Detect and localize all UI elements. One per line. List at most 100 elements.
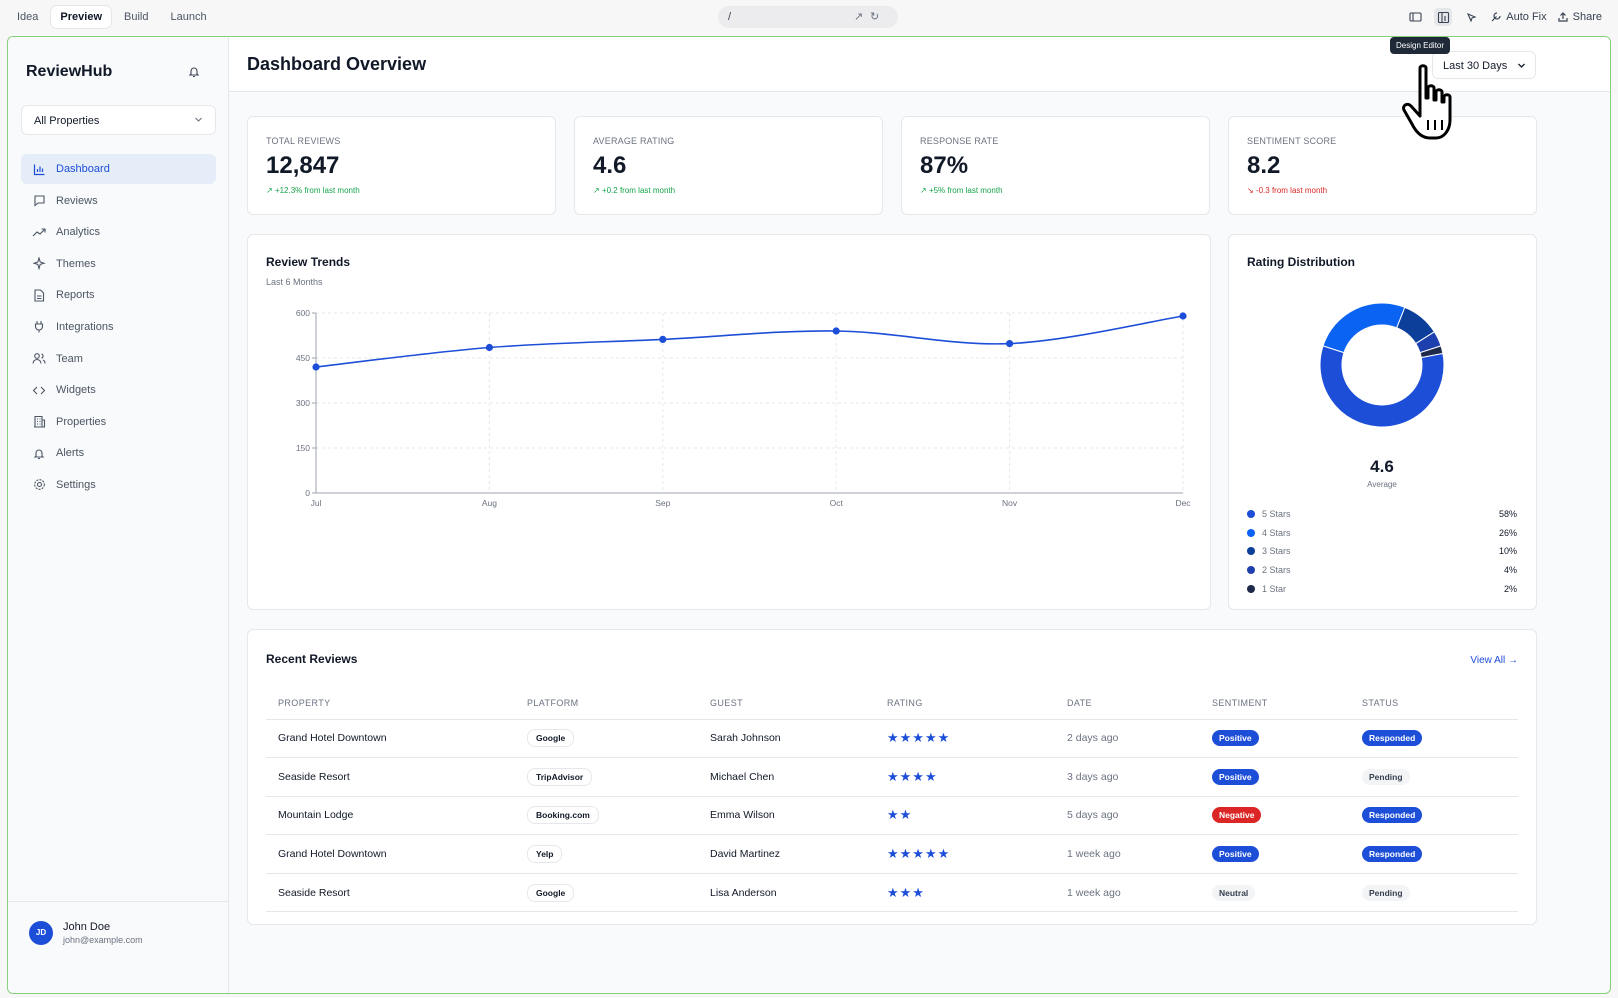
legend-label: 3 Stars <box>1262 546 1291 557</box>
sidebar-item-analytics[interactable]: Analytics <box>21 217 216 247</box>
legend-value: 4% <box>1503 565 1517 576</box>
file-text-icon <box>31 287 47 303</box>
view-all-link[interactable]: View All → <box>1470 655 1518 666</box>
table-row[interactable]: Seaside Resort TripAdvisor Michael Chen ★★★… <box>266 757 1518 797</box>
url-path: / <box>728 11 732 23</box>
property-cell: Seaside Resort <box>266 873 515 913</box>
legend-swatch <box>1247 528 1255 537</box>
data-point[interactable] <box>1006 340 1014 348</box>
status-cell: Pending <box>1350 873 1518 913</box>
rating-distribution-card: Rating Distribution 4.6 Average 5 Stars 5… <box>1228 234 1537 610</box>
x-tick-label: Dec <box>1175 498 1191 508</box>
tab-build[interactable]: Build <box>115 6 157 28</box>
status-cell: Responded <box>1350 834 1518 874</box>
sidebar-item-dashboard[interactable]: Dashboard <box>21 154 216 184</box>
app-toolbar: Idea Preview Build Launch / ↗ ↻ Auto Fix… <box>0 0 1618 34</box>
donut-slice[interactable] <box>1322 302 1406 354</box>
sidebar-item-properties[interactable]: Properties <box>21 407 216 437</box>
data-point[interactable] <box>659 335 667 343</box>
tab-launch[interactable]: Launch <box>161 6 215 28</box>
date-cell: 5 days ago <box>1055 796 1200 836</box>
avatar: JD <box>29 921 53 945</box>
sidebar-item-settings[interactable]: Settings <box>21 470 216 500</box>
tab-preview[interactable]: Preview <box>51 6 112 28</box>
column-header-sentiment[interactable]: SENTIMENT <box>1200 688 1350 720</box>
column-header-rating[interactable]: RATING <box>875 688 1055 720</box>
bell-icon <box>31 445 47 461</box>
review-trends-title: Review Trends <box>266 255 351 269</box>
stat-label: SENTIMENT SCORE <box>1247 136 1337 146</box>
data-point[interactable] <box>832 327 840 335</box>
donut-slice[interactable] <box>1319 345 1445 428</box>
toolbar-actions: Auto Fix Share <box>1406 8 1602 26</box>
table-row[interactable]: Mountain Lodge Booking.com Emma Wilson ★★ 5 … <box>266 796 1518 836</box>
data-point[interactable] <box>312 363 320 371</box>
legend-value: 10% <box>1498 546 1517 557</box>
refresh-icon[interactable]: ↻ <box>870 10 879 23</box>
column-header-status[interactable]: STATUS <box>1350 688 1518 720</box>
column-header-guest[interactable]: GUEST <box>698 688 875 720</box>
rating-cell: ★★★★★ <box>875 834 1055 874</box>
stat-value: 87% <box>920 152 969 179</box>
share-button[interactable]: Share <box>1557 11 1602 23</box>
user-name: John Doe <box>63 921 111 933</box>
auto-fix-button[interactable]: Auto Fix <box>1490 11 1547 23</box>
auto-fix-label: Auto Fix <box>1506 11 1547 23</box>
user-profile[interactable]: JD John Doe john@example.com <box>8 901 228 993</box>
data-point[interactable] <box>485 343 493 352</box>
device-preview-icon[interactable] <box>1406 8 1424 26</box>
sidebar-item-widgets[interactable]: Widgets <box>21 375 216 405</box>
notifications-bell-icon[interactable] <box>188 65 200 83</box>
trend-up-icon: ↗ <box>266 186 275 195</box>
sentiment-cell: Positive <box>1200 719 1350 759</box>
sidebar-item-label: Reports <box>56 289 95 302</box>
x-tick-label: Jul <box>311 498 322 508</box>
open-external-icon[interactable]: ↗ <box>854 10 863 23</box>
mode-tabs: Idea Preview Build Launch <box>8 6 216 28</box>
date-cell: 2 days ago <box>1055 719 1200 759</box>
rating-cell: ★★★★★ <box>875 719 1055 759</box>
sidebar-item-label: Widgets <box>56 384 96 397</box>
sidebar-item-alerts[interactable]: Alerts <box>21 438 216 468</box>
property-select[interactable]: All Properties <box>21 105 216 135</box>
legend-value: 58% <box>1498 509 1517 520</box>
legend-item: 4 Stars 26% <box>1247 524 1517 543</box>
platform-cell: Booking.com <box>515 796 698 836</box>
sidebar-item-team[interactable]: Team <box>21 344 216 374</box>
legend-label: 2 Stars <box>1262 565 1291 576</box>
property-select-value: All Properties <box>34 115 100 127</box>
select-element-icon[interactable] <box>1462 8 1480 26</box>
star-rating-icon: ★★★★★ <box>887 730 951 746</box>
sidebar-item-themes[interactable]: Themes <box>21 249 216 279</box>
property-cell: Seaside Resort <box>266 757 515 797</box>
data-point[interactable] <box>1179 312 1187 320</box>
column-header-platform[interactable]: PLATFORM <box>515 688 698 720</box>
x-tick-label: Nov <box>1002 498 1018 508</box>
url-bar[interactable]: / ↗ ↻ <box>718 6 898 28</box>
table-row[interactable]: Grand Hotel Downtown Google Sarah Johnson ★… <box>266 719 1518 759</box>
sidebar-item-integrations[interactable]: Integrations <box>21 312 216 342</box>
trend-up-icon: ↗ <box>920 186 929 195</box>
guest-cell: Sarah Johnson <box>698 719 875 759</box>
sidebar-nav: Dashboard Reviews Analytics Themes Repor… <box>21 154 216 502</box>
rating-cell: ★★★★ <box>875 757 1055 797</box>
sidebar-item-reports[interactable]: Reports <box>21 280 216 310</box>
y-tick-label: 150 <box>296 443 310 453</box>
table-row[interactable]: Grand Hotel Downtown Yelp David Martinez ★★… <box>266 834 1518 874</box>
sparkles-icon <box>31 256 47 272</box>
legend-value: 2% <box>1503 583 1517 594</box>
stat-value: 8.2 <box>1247 152 1281 179</box>
y-tick-label: 0 <box>305 488 310 498</box>
table-row[interactable]: Seaside Resort Google Lisa Anderson ★★★ 1 we… <box>266 873 1518 913</box>
design-editor-icon[interactable] <box>1434 8 1453 26</box>
table-header-row: PROPERTY PLATFORM GUEST RATING DATE SENT… <box>266 688 1518 720</box>
sidebar-item-reviews[interactable]: Reviews <box>21 186 216 216</box>
column-header-date[interactable]: DATE <box>1055 688 1200 720</box>
platform-badge: Google <box>527 729 575 748</box>
property-cell: Grand Hotel Downtown <box>266 834 515 874</box>
status-badge: Pending <box>1362 884 1410 901</box>
date-cell: 1 week ago <box>1055 834 1200 874</box>
column-header-property[interactable]: PROPERTY <box>266 688 515 720</box>
tab-idea[interactable]: Idea <box>8 6 47 28</box>
average-rating-label: Average <box>1367 480 1397 489</box>
